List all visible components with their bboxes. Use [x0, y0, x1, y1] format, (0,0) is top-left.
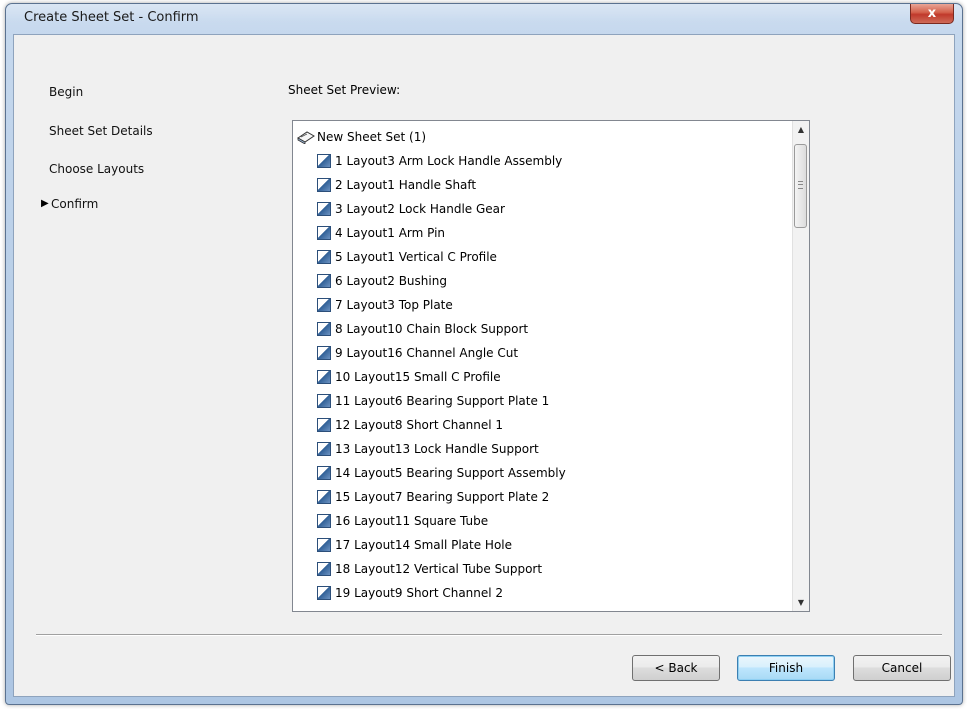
scroll-down-arrow-icon[interactable]: ▼ [793, 594, 809, 611]
sheet-set-preview-tree[interactable]: New Sheet Set (1) 1 Layout3 Arm Lock Han… [292, 120, 810, 612]
sheet-icon [317, 250, 331, 264]
back-button[interactable]: < Back [632, 655, 720, 681]
sheet-item[interactable]: 6 Layout2 Bushing [317, 271, 447, 291]
nav-step-confirm: Confirm [51, 197, 99, 211]
tree-root-item[interactable]: New Sheet Set (1) [297, 127, 426, 147]
sheet-label: 18 Layout12 Vertical Tube Support [335, 562, 543, 576]
dialog-client-area: Begin Sheet Set Details Choose Layouts ▶… [13, 34, 955, 697]
tree-root-label: New Sheet Set (1) [317, 130, 427, 144]
sheet-label: 11 Layout6 Bearing Support Plate 1 [335, 394, 550, 408]
sheet-label: 9 Layout16 Channel Angle Cut [335, 346, 519, 360]
sheet-label: 16 Layout11 Square Tube [335, 514, 489, 528]
title-bar[interactable]: Create Sheet Set - Confirm x [6, 4, 962, 34]
sheet-icon [317, 442, 331, 456]
sheet-item[interactable]: 19 Layout9 Short Channel 2 [317, 583, 503, 603]
sheet-item[interactable]: 5 Layout1 Vertical C Profile [317, 247, 497, 267]
sheet-icon [317, 370, 331, 384]
dialog-window: Create Sheet Set - Confirm x Begin Sheet… [5, 3, 963, 705]
sheet-item[interactable]: 14 Layout5 Bearing Support Assembly [317, 463, 566, 483]
close-icon: x [927, 6, 937, 21]
grip-icon [798, 181, 803, 189]
sheet-item[interactable]: 9 Layout16 Channel Angle Cut [317, 343, 518, 363]
sheet-item[interactable]: 3 Layout2 Lock Handle Gear [317, 199, 505, 219]
sheet-label: 4 Layout1 Arm Pin [335, 226, 446, 240]
footer-separator [36, 634, 942, 636]
sheet-label: 12 Layout8 Short Channel 1 [335, 418, 504, 432]
close-button[interactable]: x [910, 4, 954, 24]
sheet-label: 2 Layout1 Handle Shaft [335, 178, 477, 192]
sheet-item[interactable]: 15 Layout7 Bearing Support Plate 2 [317, 487, 549, 507]
nav-step-choose-layouts: Choose Layouts [49, 162, 145, 176]
sheet-icon [317, 202, 331, 216]
sheet-label: 17 Layout14 Small Plate Hole [335, 538, 513, 552]
sheet-item[interactable]: 4 Layout1 Arm Pin [317, 223, 445, 243]
sheet-label: 13 Layout13 Lock Handle Support [335, 442, 539, 456]
sheet-icon [317, 346, 331, 360]
sheet-item[interactable]: 18 Layout12 Vertical Tube Support [317, 559, 542, 579]
cancel-button[interactable]: Cancel [853, 655, 951, 681]
sheet-item[interactable]: 13 Layout13 Lock Handle Support [317, 439, 539, 459]
sheet-set-icon [297, 131, 315, 144]
sheet-icon [317, 538, 331, 552]
sheet-set-preview-label: Sheet Set Preview: [288, 83, 401, 97]
sheet-icon [317, 274, 331, 288]
sheet-item[interactable]: 2 Layout1 Handle Shaft [317, 175, 476, 195]
nav-step-begin: Begin [49, 85, 84, 99]
sheet-label: 14 Layout5 Bearing Support Assembly [335, 466, 566, 480]
sheet-icon [317, 394, 331, 408]
scroll-thumb[interactable] [794, 144, 807, 228]
sheet-label: 10 Layout15 Small C Profile [335, 370, 501, 384]
sheet-label: 7 Layout3 Top Plate [335, 298, 453, 312]
sheet-label: 19 Layout9 Short Channel 2 [335, 586, 504, 600]
sheet-label: 15 Layout7 Bearing Support Plate 2 [335, 490, 550, 504]
sheet-item[interactable]: 12 Layout8 Short Channel 1 [317, 415, 503, 435]
sheet-icon [317, 466, 331, 480]
sheet-icon [317, 178, 331, 192]
sheet-item[interactable]: 7 Layout3 Top Plate [317, 295, 453, 315]
sheet-label: 1 Layout3 Arm Lock Handle Assembly [335, 154, 563, 168]
sheet-item[interactable]: 1 Layout3 Arm Lock Handle Assembly [317, 151, 562, 171]
finish-button[interactable]: Finish [737, 655, 835, 681]
sheet-label: 3 Layout2 Lock Handle Gear [335, 202, 505, 216]
sheet-item[interactable]: 17 Layout14 Small Plate Hole [317, 535, 512, 555]
sheet-label: 6 Layout2 Bushing [335, 274, 447, 288]
sheet-icon [317, 298, 331, 312]
sheet-icon [317, 322, 331, 336]
sheet-item[interactable]: 16 Layout11 Square Tube [317, 511, 488, 531]
sheet-icon [317, 226, 331, 240]
sheet-icon [317, 490, 331, 504]
sheet-label: 5 Layout1 Vertical C Profile [335, 250, 497, 264]
sheet-label: 8 Layout10 Chain Block Support [335, 322, 529, 336]
sheet-item[interactable]: 8 Layout10 Chain Block Support [317, 319, 528, 339]
window-title: Create Sheet Set - Confirm [24, 10, 199, 25]
current-step-arrow-icon: ▶ [41, 198, 49, 209]
sheet-item[interactable]: 11 Layout6 Bearing Support Plate 1 [317, 391, 549, 411]
nav-step-sheet-set-details: Sheet Set Details [49, 124, 153, 138]
sheet-icon [317, 154, 331, 168]
sheet-icon [317, 514, 331, 528]
vertical-scrollbar[interactable]: ▲ ▼ [792, 121, 809, 611]
scroll-up-arrow-icon[interactable]: ▲ [793, 121, 809, 138]
sheet-item[interactable]: 10 Layout15 Small C Profile [317, 367, 501, 387]
sheet-icon [317, 586, 331, 600]
sheet-icon [317, 562, 331, 576]
sheet-icon [317, 418, 331, 432]
